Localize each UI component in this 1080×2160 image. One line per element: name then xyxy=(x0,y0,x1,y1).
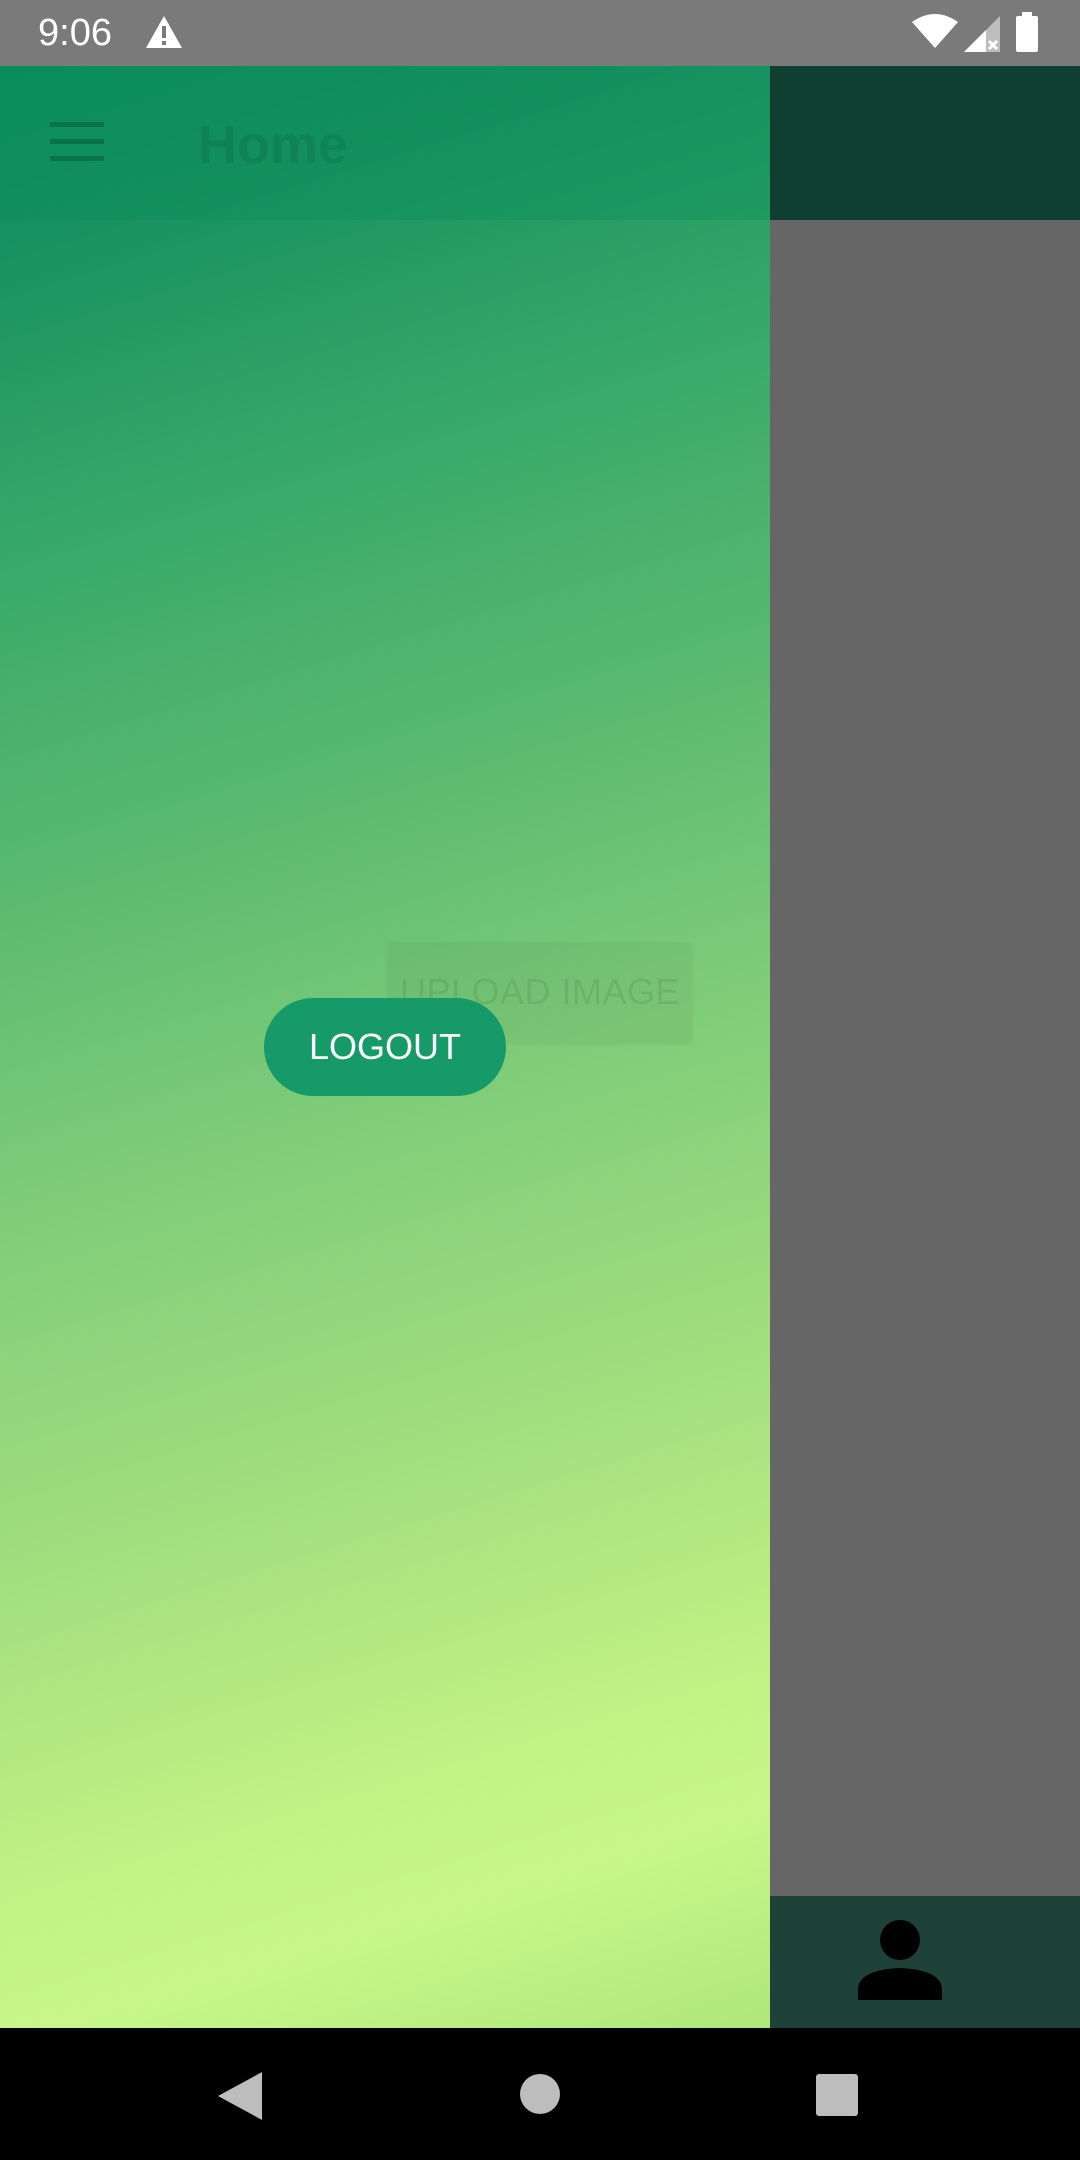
toolbar-ghost: Home xyxy=(0,66,770,220)
system-navigation-bar xyxy=(0,2028,1080,2160)
back-icon[interactable] xyxy=(218,2072,262,2120)
logout-button[interactable]: LOGOUT xyxy=(264,998,506,1096)
cellular-signal-icon xyxy=(964,16,1000,52)
navigation-drawer: Home UPLOAD IMAGE LOGOUT xyxy=(0,66,770,2028)
wifi-icon xyxy=(912,14,958,48)
status-bar: 9:06 xyxy=(0,0,1080,66)
screen: 9:06 Home UPLOAD IMAGE LOGOUT xyxy=(0,0,1080,2160)
menu-icon xyxy=(50,122,104,161)
status-time: 9:06 xyxy=(38,12,112,54)
battery-icon xyxy=(1016,12,1038,52)
recents-icon[interactable] xyxy=(816,2074,858,2116)
person-icon[interactable] xyxy=(858,1920,942,2000)
toolbar-title: Home xyxy=(198,115,349,175)
home-icon[interactable] xyxy=(520,2074,560,2114)
warning-icon xyxy=(146,16,182,48)
